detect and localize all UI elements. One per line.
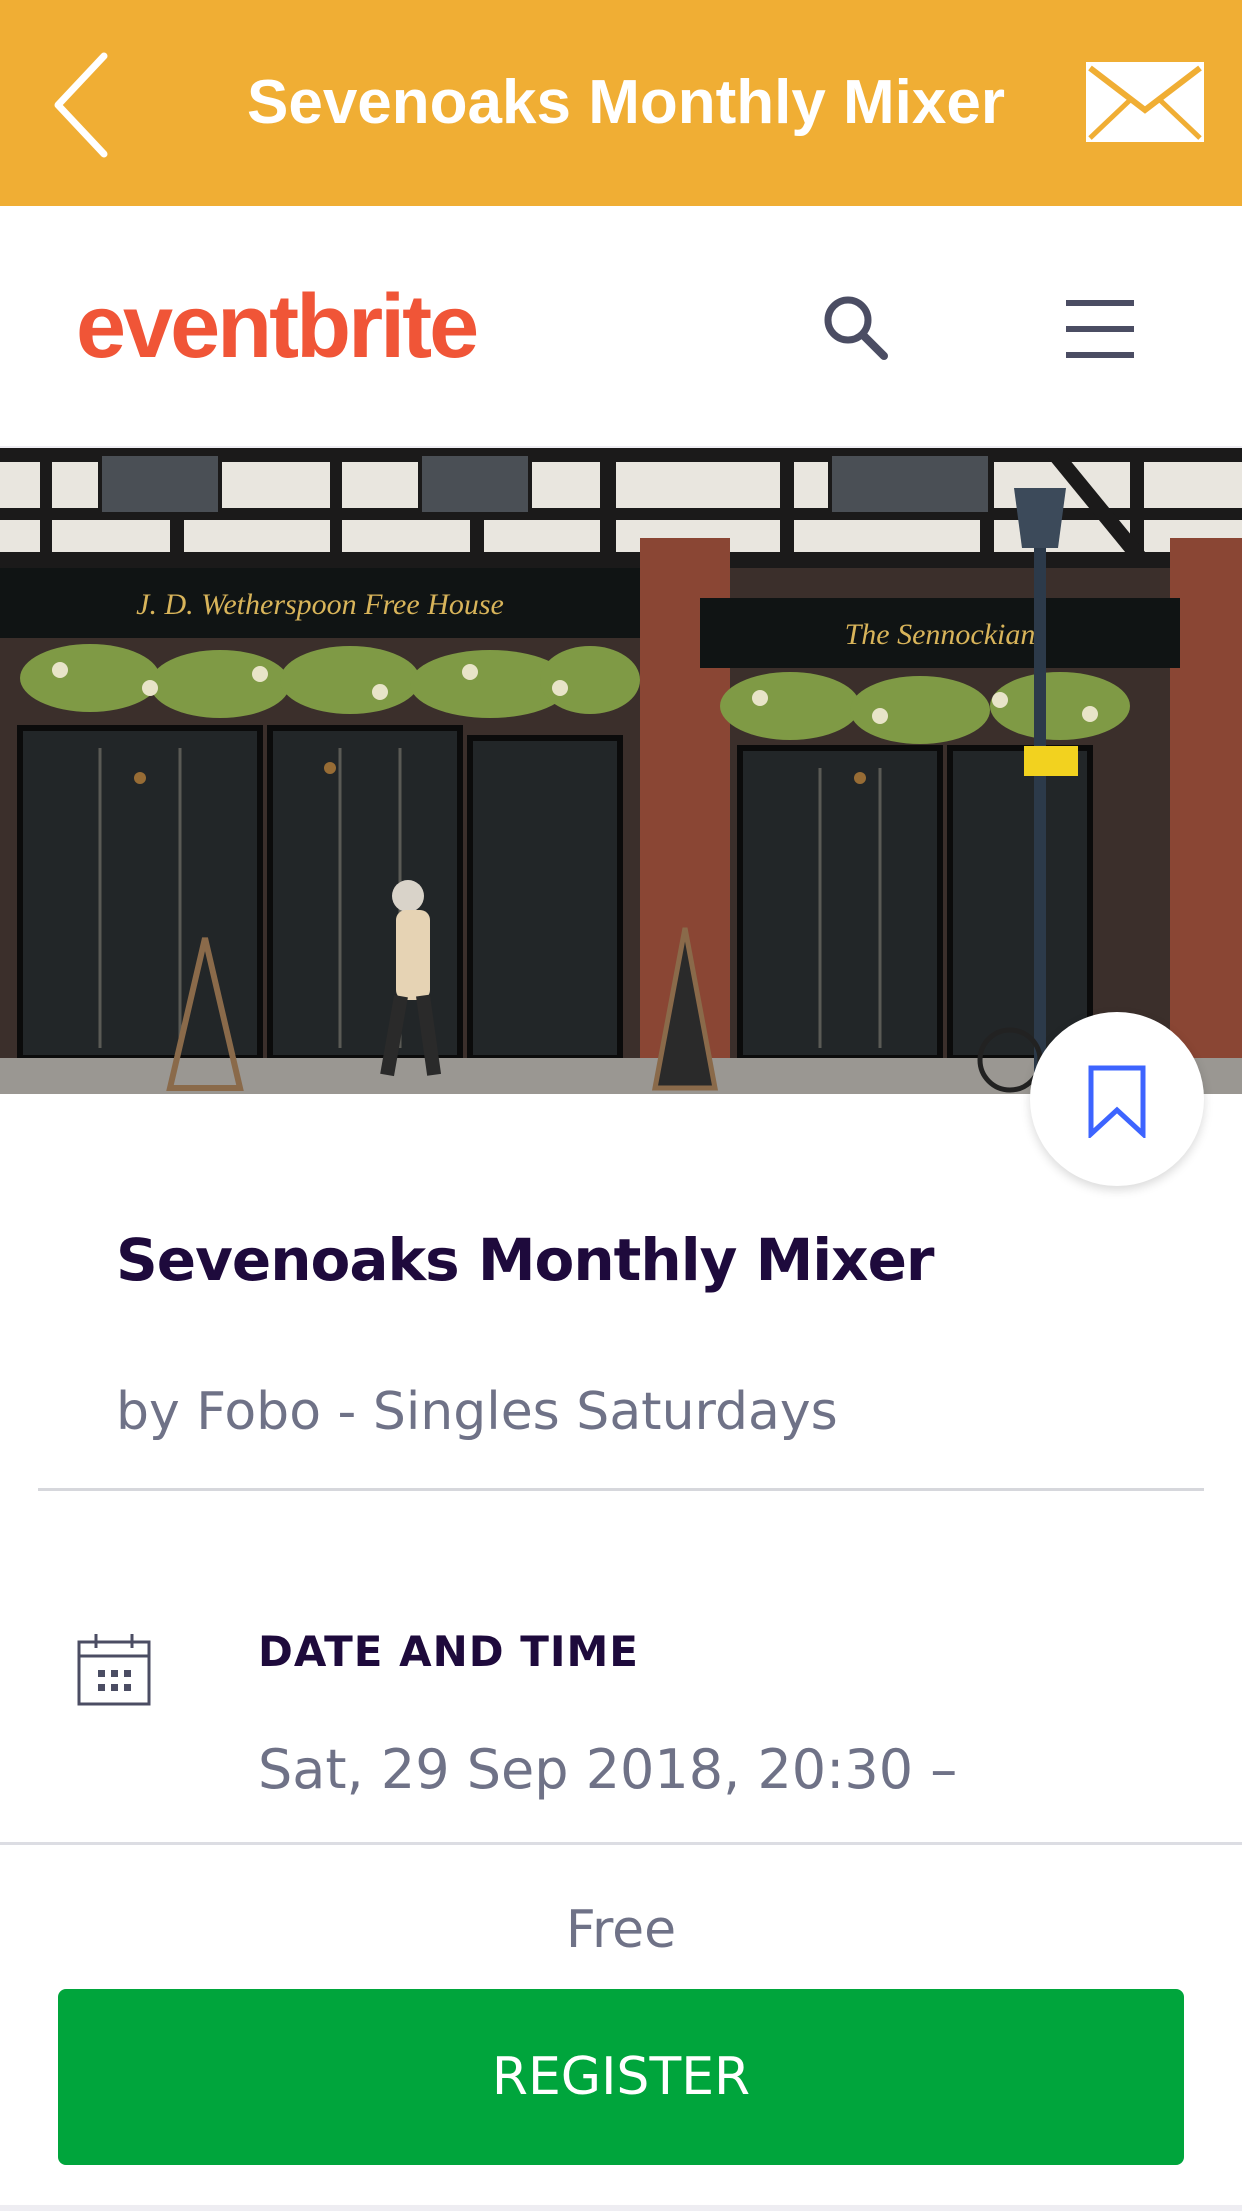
search-button[interactable] xyxy=(820,292,892,364)
pub-sign-right: The Sennockian xyxy=(845,618,1036,651)
search-icon xyxy=(824,296,888,360)
footer-bottom-border xyxy=(0,2205,1242,2211)
date-time-label: DATE AND TIME xyxy=(258,1627,639,1676)
back-button[interactable] xyxy=(48,50,118,160)
envelope-icon xyxy=(1086,62,1204,142)
chevron-left-icon xyxy=(54,52,108,158)
app-title: Sevenoaks Monthly Mixer xyxy=(246,68,1006,137)
divider xyxy=(38,1488,1204,1491)
calendar-icon xyxy=(76,1632,152,1708)
hamburger-menu-icon xyxy=(1066,300,1134,358)
mail-button[interactable] xyxy=(1084,60,1206,144)
ticket-price: Free xyxy=(565,1900,677,1960)
menu-button[interactable] xyxy=(1064,298,1136,360)
date-time-value: Sat, 29 Sep 2018, 20:30 – xyxy=(258,1738,958,1801)
pub-sign-left: J. D. Wetherspoon Free House xyxy=(136,588,504,621)
organizer-link[interactable]: by Fobo - Singles Saturdays xyxy=(116,1372,1116,1452)
event-hero-image: J. D. Wetherspoon Free House The Sennock… xyxy=(0,448,1242,1094)
app-bar: Sevenoaks Monthly Mixer xyxy=(0,0,1242,206)
bookmark-icon xyxy=(1088,1065,1146,1138)
event-title: Sevenoaks Monthly Mixer xyxy=(116,1226,935,1294)
site-header: eventbrite xyxy=(0,206,1242,448)
bookmark-button[interactable] xyxy=(1030,1012,1204,1186)
eventbrite-logo[interactable]: eventbrite xyxy=(76,272,479,382)
register-button[interactable]: REGISTER xyxy=(58,1989,1184,2165)
register-footer: Free REGISTER xyxy=(0,1842,1242,2211)
